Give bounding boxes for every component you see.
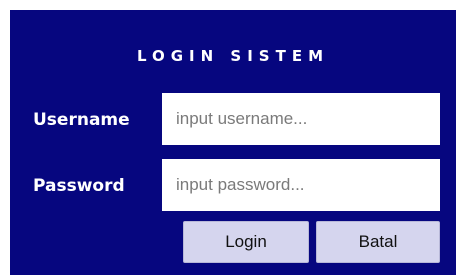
username-input[interactable] <box>162 93 440 145</box>
username-label: Username <box>33 110 130 130</box>
password-input[interactable] <box>162 159 440 211</box>
login-title: LOGIN SISTEM <box>136 47 330 65</box>
login-button[interactable]: Login <box>183 221 309 263</box>
password-label: Password <box>33 176 125 196</box>
cancel-button[interactable]: Batal <box>316 221 440 263</box>
login-panel: LOGIN SISTEM Username Password Login Bat… <box>10 10 456 275</box>
